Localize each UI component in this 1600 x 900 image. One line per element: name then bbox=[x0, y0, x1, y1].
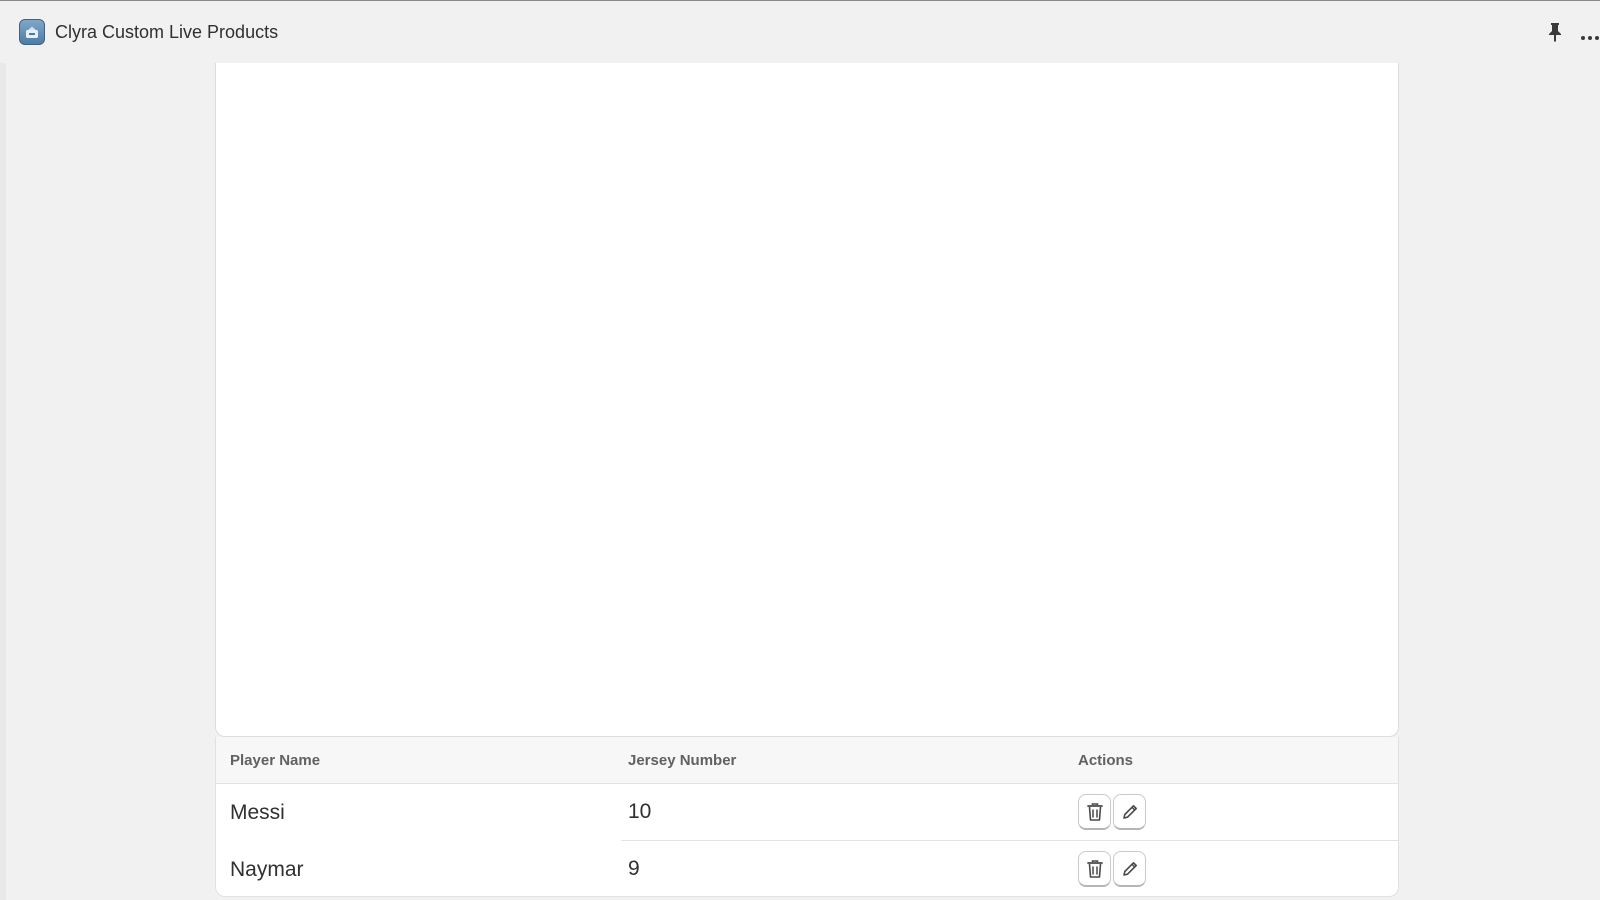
players-table: Player Name Jersey Number Actions Messi … bbox=[215, 737, 1399, 897]
jersey-number-cell: 9 bbox=[628, 857, 640, 880]
trash-icon bbox=[1086, 802, 1104, 822]
player-name-cell: Naymar bbox=[230, 858, 304, 881]
edit-button[interactable] bbox=[1113, 794, 1146, 830]
delete-button[interactable] bbox=[1078, 851, 1111, 887]
table-row[interactable]: Naymar 9 bbox=[216, 841, 1398, 896]
jersey-number-cell: 10 bbox=[628, 800, 652, 823]
app-logo-icon bbox=[19, 19, 45, 45]
content-card bbox=[215, 63, 1399, 737]
player-name-cell: Messi bbox=[230, 801, 285, 824]
trash-icon bbox=[1086, 859, 1104, 879]
column-header-actions: Actions bbox=[1078, 752, 1134, 769]
more-options-icon[interactable] bbox=[1580, 29, 1600, 40]
left-panel-edge bbox=[0, 63, 6, 900]
delete-button[interactable] bbox=[1078, 794, 1111, 830]
pencil-icon bbox=[1121, 803, 1139, 821]
column-header-jersey-number[interactable]: Jersey Number bbox=[628, 752, 736, 770]
table-row[interactable]: Messi 10 bbox=[216, 784, 1398, 841]
column-header-player-name[interactable]: Player Name bbox=[230, 752, 320, 770]
pin-icon[interactable] bbox=[1545, 21, 1565, 43]
app-title: Clyra Custom Live Products bbox=[55, 22, 279, 42]
app-window: Clyra Custom Live Products Player Name J… bbox=[0, 0, 1600, 900]
title-bar: Clyra Custom Live Products bbox=[0, 1, 1600, 63]
table-header: Player Name Jersey Number Actions bbox=[216, 737, 1398, 784]
pencil-icon bbox=[1121, 860, 1139, 878]
edit-button[interactable] bbox=[1113, 851, 1146, 887]
